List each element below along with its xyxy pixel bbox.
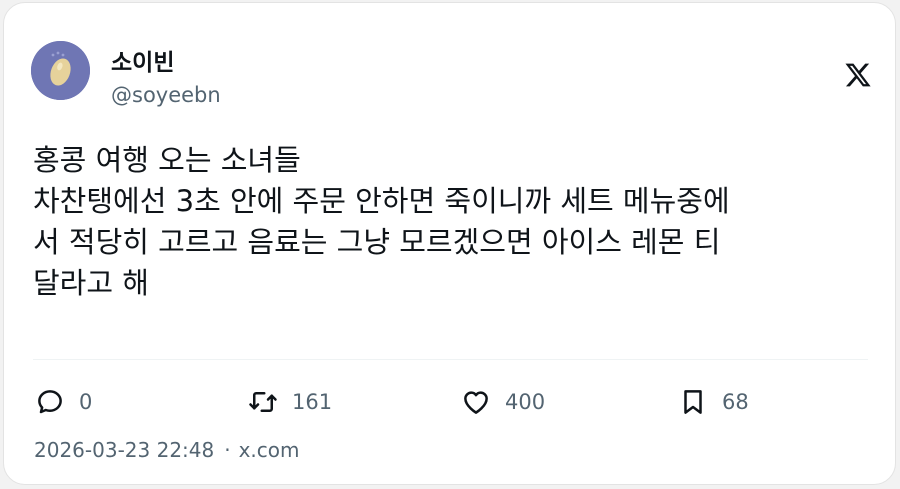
tweet-card: 소이빈 @soyeebn 홍콩 여행 오는 소녀들 차찬탱에선 3초 안에 주문… [3,2,896,485]
bookmark-count: 68 [722,390,749,414]
reply-count: 0 [79,390,93,414]
reply-icon [38,390,62,414]
domain-link[interactable]: x.com [239,438,300,462]
retweet-icon [249,392,277,412]
x-logo-icon[interactable] [844,61,872,89]
like-button[interactable]: 400 [461,383,545,421]
bookmark-button[interactable]: 68 [678,383,749,421]
tweet-text: 홍콩 여행 오는 소녀들 차찬탱에선 3초 안에 주문 안하면 죽이니까 세트 … [33,140,883,304]
retweet-button[interactable]: 161 [248,383,332,421]
tweet-line: 서 적당히 고르고 음료는 그냥 모르겠으면 아이스 레몬 티 [33,225,721,259]
separator: · [224,438,231,462]
tweet-line: 차찬탱에선 3초 안에 주문 안하면 죽이니까 세트 메뉴중에 [33,184,730,218]
tweet-line: 홍콩 여행 오는 소녀들 [33,143,301,177]
heart-icon [464,391,488,414]
timestamp[interactable]: 2026-03-23 22:48 [34,438,214,462]
bean-avatar-icon [31,41,90,100]
divider [33,359,868,360]
bookmark-icon [684,390,702,414]
reply-button[interactable]: 0 [35,383,92,421]
author-handle[interactable]: @soyeebn [111,83,221,107]
like-count: 400 [505,390,546,414]
author-display-name[interactable]: 소이빈 [111,43,174,77]
tweet-meta: 2026-03-23 22:48 · x.com [34,438,300,462]
tweet-line: 달라고 해 [33,266,149,300]
retweet-count: 161 [292,390,333,414]
avatar[interactable] [31,41,90,100]
